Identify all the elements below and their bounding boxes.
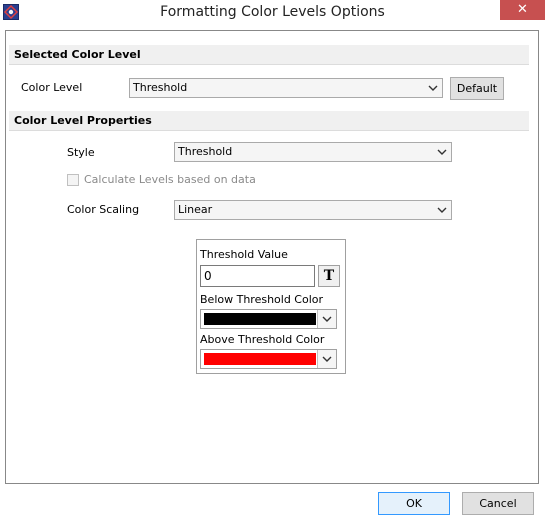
color-scaling-label: Color Scaling <box>67 203 140 216</box>
text-t-icon: T <box>323 268 335 284</box>
threshold-value-label: Threshold Value <box>200 248 288 261</box>
style-label: Style <box>67 146 95 159</box>
chevron-down-icon <box>322 316 332 322</box>
text-format-button[interactable]: T <box>318 265 340 287</box>
style-dropdown[interactable]: Threshold <box>174 142 452 162</box>
color-level-value: Threshold <box>133 81 188 94</box>
chevron-down-icon <box>437 207 447 213</box>
color-scaling-value: Linear <box>178 203 213 216</box>
window-title: Formatting Color Levels Options <box>160 4 385 20</box>
color-level-dropdown[interactable]: Threshold <box>129 78 443 98</box>
chevron-down-icon <box>428 85 438 91</box>
close-button[interactable]: ✕ <box>500 0 545 20</box>
ok-button[interactable]: OK <box>378 492 450 515</box>
threshold-panel: Threshold Value 0 T Below Threshold Colo… <box>196 239 346 374</box>
calculate-levels-checkbox[interactable] <box>67 174 79 186</box>
cancel-button[interactable]: Cancel <box>462 492 534 515</box>
below-threshold-color-picker[interactable] <box>200 309 337 329</box>
style-value: Threshold <box>178 145 233 158</box>
below-threshold-label: Below Threshold Color <box>200 293 324 306</box>
above-color-dropdown-button[interactable] <box>317 350 336 368</box>
default-button[interactable]: Default <box>450 77 504 100</box>
chevron-down-icon <box>322 356 332 362</box>
calculate-levels-label: Calculate Levels based on data <box>84 173 256 186</box>
above-threshold-color-picker[interactable] <box>200 349 337 369</box>
threshold-value-input[interactable]: 0 <box>200 265 315 287</box>
below-color-swatch <box>204 313 316 325</box>
above-threshold-label: Above Threshold Color <box>200 333 325 346</box>
title-bar: Formatting Color Levels Options ✕ <box>0 0 545 26</box>
section-color-level-properties: Color Level Properties <box>9 111 529 131</box>
section-selected-color-level: Selected Color Level <box>9 45 529 65</box>
chevron-down-icon <box>437 149 447 155</box>
color-level-label: Color Level <box>21 81 83 94</box>
above-color-swatch <box>204 353 316 365</box>
below-color-dropdown-button[interactable] <box>317 310 336 328</box>
color-scaling-dropdown[interactable]: Linear <box>174 200 452 220</box>
